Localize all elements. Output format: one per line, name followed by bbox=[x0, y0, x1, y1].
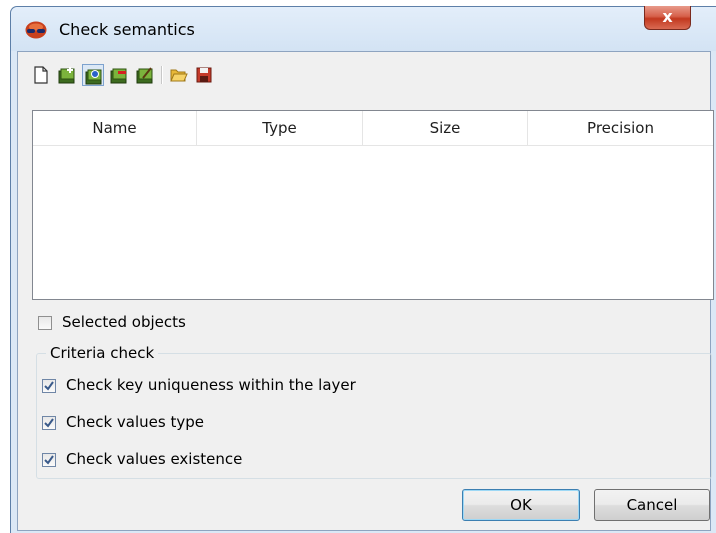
semantics-table[interactable]: Name Type Size Precision bbox=[32, 110, 714, 300]
ok-button[interactable]: OK bbox=[462, 489, 580, 521]
criteria-check-title: Criteria check bbox=[46, 344, 159, 362]
column-header-name[interactable]: Name bbox=[33, 111, 196, 145]
close-button[interactable]: x bbox=[644, 6, 691, 30]
edit-semantic-icon bbox=[85, 69, 102, 85]
selected-objects-label[interactable]: Selected objects bbox=[62, 313, 186, 331]
column-header-type[interactable]: Type bbox=[197, 111, 362, 145]
title-bar[interactable]: Check semantics x bbox=[11, 6, 716, 51]
delete-semantic-icon bbox=[110, 68, 127, 84]
open-button[interactable] bbox=[168, 64, 190, 86]
open-folder-icon bbox=[170, 69, 188, 82]
checkmark-icon bbox=[44, 418, 54, 428]
selected-objects-checkbox[interactable] bbox=[38, 316, 52, 330]
table-header: Name Type Size Precision bbox=[33, 111, 713, 146]
delete-button[interactable] bbox=[108, 64, 130, 86]
column-header-precision[interactable]: Precision bbox=[528, 111, 713, 145]
check-key-uniqueness-label[interactable]: Check key uniqueness within the layer bbox=[66, 376, 356, 394]
check-key-uniqueness-checkbox[interactable] bbox=[42, 379, 56, 393]
dialog-window: Check semantics x Name Type Size Precisi… bbox=[10, 6, 716, 533]
app-logo-icon bbox=[25, 21, 47, 39]
check-values-type-checkbox[interactable] bbox=[42, 416, 56, 430]
check-values-type-label[interactable]: Check values type bbox=[66, 413, 204, 431]
close-icon: x bbox=[662, 7, 673, 26]
add-semantic-icon bbox=[58, 67, 75, 84]
save-button[interactable] bbox=[193, 64, 215, 86]
properties-button[interactable] bbox=[134, 64, 156, 86]
column-header-size[interactable]: Size bbox=[363, 111, 527, 145]
toolbar-separator bbox=[161, 66, 163, 84]
new-button[interactable] bbox=[30, 64, 52, 86]
checkmark-icon bbox=[44, 381, 54, 391]
save-icon bbox=[196, 67, 212, 83]
edit-button[interactable] bbox=[82, 64, 104, 86]
properties-semantic-icon bbox=[136, 67, 153, 84]
dialog-client-area: Name Type Size Precision Selected object… bbox=[17, 51, 714, 531]
check-values-existence-label[interactable]: Check values existence bbox=[66, 450, 242, 468]
checkmark-icon bbox=[44, 455, 54, 465]
add-button[interactable] bbox=[56, 64, 78, 86]
new-document-icon bbox=[34, 66, 48, 84]
cancel-button[interactable]: Cancel bbox=[594, 489, 710, 521]
window-title: Check semantics bbox=[59, 20, 195, 39]
check-values-existence-checkbox[interactable] bbox=[42, 453, 56, 467]
